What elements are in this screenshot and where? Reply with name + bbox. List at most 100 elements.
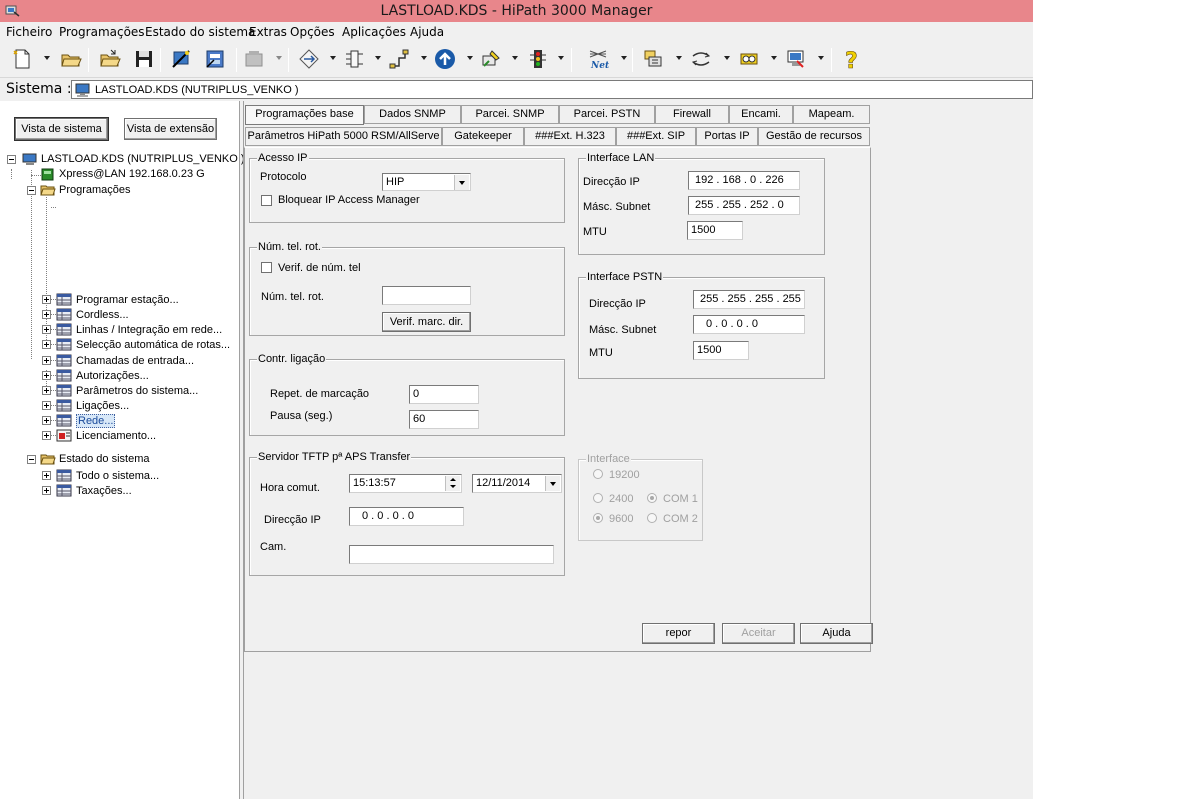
system-field[interactable]: LASTLOAD.KDS (NUTRIPLUS_VENKO ) [71,80,1033,99]
menu-programacoes[interactable]: Programações [59,25,145,39]
traffic-light-dropdown[interactable] [558,56,564,60]
tree-expand-toggle[interactable] [42,416,51,425]
expert-icon[interactable] [343,48,365,70]
help-button[interactable]: Ajuda [800,623,873,644]
tab-encami[interactable]: Encami. [729,105,793,124]
connect-icon[interactable] [690,48,712,70]
connect-dropdown[interactable] [724,56,730,60]
save-icon[interactable] [133,48,155,70]
num-tel-input[interactable] [382,286,471,305]
traffic-light-icon[interactable] [527,48,549,70]
tree-item[interactable]: Rede... [76,414,116,428]
menu-estado-do-sistema[interactable]: Estado do sistema [145,25,255,39]
new-file-dropdown[interactable] [44,56,50,60]
tree-expand-toggle[interactable] [42,295,51,304]
tree-collapse-estado[interactable] [27,455,36,464]
config-icon[interactable] [204,48,226,70]
monitor-icon[interactable] [785,48,807,70]
tree-item[interactable]: Ligações... [76,400,129,412]
cli-icon[interactable] [434,48,456,70]
monitor-dropdown[interactable] [818,56,824,60]
tree-programacoes[interactable]: Programações [59,184,131,196]
hora-input[interactable]: 15:13:57 [349,474,462,493]
tree-expand-toggle[interactable] [42,471,51,480]
view-extension-button[interactable]: Vista de extensão [124,118,217,140]
verif-num-checkbox[interactable] [261,262,272,273]
pstn-mtu-input[interactable]: 1500 [693,341,749,360]
help-icon[interactable]: ? [841,48,863,70]
tftp-ip-input[interactable]: 0 . 0 . 0 . 0 [349,507,464,526]
network-dropdown[interactable] [421,56,427,60]
reset-button[interactable]: repor [642,623,715,644]
tab-gatekeeper[interactable]: Gatekeeper [442,127,524,146]
lan-ip-input[interactable]: 192 . 168 . 0 . 226 [688,171,800,190]
tree-item[interactable]: Licenciamento... [76,430,156,442]
cam-input[interactable] [349,545,554,564]
hora-spinner[interactable] [445,476,460,491]
tree-item[interactable]: Cordless... [76,309,129,321]
stations-dropdown[interactable] [276,56,282,60]
tree-item[interactable]: Todo o sistema... [76,470,159,482]
radio-com1[interactable] [647,493,657,503]
cli-dropdown[interactable] [467,56,473,60]
phone-icon[interactable] [480,48,502,70]
net-icon[interactable]: Net [587,48,609,70]
protocol-select[interactable]: HIP [382,173,471,191]
net-dropdown[interactable] [621,56,627,60]
menu-aplicacoes[interactable]: Aplicações [342,25,406,39]
lan-mask-input[interactable]: 255 . 255 . 252 . 0 [688,196,800,215]
lan-mtu-input[interactable]: 1500 [687,221,743,240]
tree-expand-toggle[interactable] [42,486,51,495]
chevron-down-icon[interactable] [545,476,560,491]
transfer-dropdown[interactable] [330,56,336,60]
book-icon[interactable] [738,48,760,70]
tab-gestao-recursos[interactable]: Gestão de recursos [758,127,870,146]
verif-marc-button[interactable]: Verif. marc. dir. [382,312,471,332]
pstn-mask-input[interactable]: 0 . 0 . 0 . 0 [693,315,805,334]
stations-icon[interactable] [243,48,265,70]
phone-dropdown[interactable] [512,56,518,60]
view-system-button[interactable]: Vista de sistema [15,118,108,140]
tree-item[interactable]: Linhas / Integração em rede... [76,324,222,336]
block-ip-checkbox[interactable] [261,195,272,206]
tree-item[interactable]: Programar estação... [76,294,179,306]
book-dropdown[interactable] [771,56,777,60]
tab-ext-h323[interactable]: ###Ext. H.323 [524,127,616,146]
tab-mapeam[interactable]: Mapeam. [793,105,870,124]
tree-item[interactable]: Parâmetros do sistema... [76,385,198,397]
menu-opcoes[interactable]: Opções [290,25,335,39]
repet-input[interactable]: 0 [409,385,479,404]
radio-19200[interactable] [593,469,603,479]
tree-expand-toggle[interactable] [42,325,51,334]
tree-item[interactable]: Chamadas de entrada... [76,355,194,367]
tree-collapse-programacoes[interactable] [27,186,36,195]
pausa-input[interactable]: 60 [409,410,479,429]
open-file-icon[interactable] [99,48,121,70]
tab-programacoes-base[interactable]: Programações base [245,105,364,125]
menu-extras[interactable]: Extras [249,25,287,39]
chevron-down-icon[interactable] [454,175,469,190]
accept-button[interactable]: Aceitar [722,623,795,644]
tab-parametros-hipath[interactable]: Parâmetros HiPath 5000 RSM/AllServe [245,127,442,146]
tree-expand-toggle[interactable] [42,340,51,349]
open-folder-icon[interactable] [60,48,82,70]
wizard-icon[interactable] [170,48,192,70]
tab-parcei-snmp[interactable]: Parcei. SNMP [461,105,559,124]
tree-item[interactable]: Taxações... [76,485,132,497]
menu-ficheiro[interactable]: Ficheiro [6,25,52,39]
radio-com2[interactable] [647,513,657,523]
users-icon[interactable] [643,48,665,70]
tree-root[interactable]: LASTLOAD.KDS (NUTRIPLUS_VENKO ) [41,153,245,165]
tree-expand-toggle[interactable] [42,310,51,319]
network-icon[interactable] [389,48,411,70]
tree-expand-toggle[interactable] [42,356,51,365]
tree-item[interactable]: Autorizações... [76,370,149,382]
radio-9600[interactable] [593,513,603,523]
tree-expand-toggle[interactable] [42,431,51,440]
menu-ajuda[interactable]: Ajuda [410,25,444,39]
tab-dados-snmp[interactable]: Dados SNMP [364,105,461,124]
radio-2400[interactable] [593,493,603,503]
tree-item[interactable]: Selecção automática de rotas... [76,339,230,351]
chevron-down-icon[interactable] [450,485,456,488]
tree-xpress[interactable]: Xpress@LAN 192.168.0.23 G [59,168,205,180]
